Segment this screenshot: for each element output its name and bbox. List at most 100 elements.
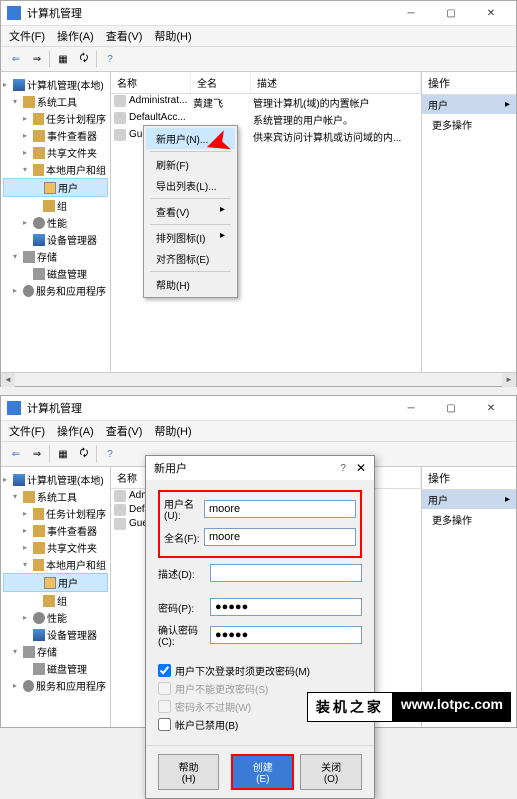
help-icon[interactable]: ? (101, 50, 119, 68)
tree-item[interactable]: ▸共享文件夹 (3, 144, 108, 161)
tree-item[interactable]: ▾系统工具 (3, 488, 108, 505)
back-button[interactable]: ⇐ (7, 445, 25, 463)
help-icon[interactable]: ? (101, 445, 119, 463)
col-name-header[interactable]: 名称 (111, 72, 191, 93)
refresh-icon[interactable]: 🗘 (75, 445, 93, 463)
tree-item[interactable]: 用户 (3, 573, 108, 592)
scroll-left-button[interactable]: ◄ (1, 373, 15, 387)
user-row[interactable]: Administrat...黄建飞管理计算机(域)的内置帐户 (111, 94, 421, 111)
detail-icon[interactable]: ▦ (54, 50, 72, 68)
ctx-new-user[interactable]: 新用户(N)... (146, 128, 235, 149)
ctx-view[interactable]: 查看(V)▸ (146, 201, 235, 222)
tree-item[interactable]: 磁盘管理 (3, 265, 108, 282)
create-button[interactable]: 创建(E) (231, 754, 294, 790)
actions-pane: 操作 用户▸ 更多操作 (421, 467, 516, 727)
separator (49, 50, 51, 68)
confirm-password-label: 确认密码(C): (158, 622, 210, 648)
watermark-cn: 装机之家 (307, 692, 393, 722)
tree-item[interactable]: 磁盘管理 (3, 660, 108, 677)
ctx-export[interactable]: 导出列表(L)... (146, 175, 235, 196)
desc-label: 描述(D): (158, 566, 210, 581)
actions-highlight[interactable]: 用户▸ (422, 95, 516, 114)
ctx-refresh[interactable]: 刷新(F) (146, 154, 235, 175)
tree-item[interactable]: ▸性能 (3, 609, 108, 626)
menu-view[interactable]: 查看(V) (106, 28, 143, 44)
tree-item[interactable]: ▸共享文件夹 (3, 539, 108, 556)
menu-action[interactable]: 操作(A) (57, 423, 94, 439)
close-button[interactable]: 关闭(O) (300, 754, 362, 790)
maximize-button[interactable]: ▢ (436, 5, 466, 21)
tree-item[interactable]: ▾系统工具 (3, 93, 108, 110)
tree-item[interactable]: ▾存储 (3, 248, 108, 265)
user-icon (114, 95, 126, 107)
minimize-button[interactable]: ─ (396, 5, 426, 21)
menu-action[interactable]: 操作(A) (57, 28, 94, 44)
tree-item[interactable]: ▸事件查看器 (3, 127, 108, 144)
separator (150, 198, 231, 199)
app-icon (7, 401, 21, 415)
more-actions[interactable]: 更多操作 (422, 509, 516, 530)
confirm-password-input[interactable] (210, 626, 362, 644)
scrollbar-horizontal[interactable]: ◄ ► (1, 372, 516, 386)
menu-view[interactable]: 查看(V) (106, 423, 143, 439)
user-icon (114, 129, 126, 141)
maximize-button[interactable]: ▢ (436, 400, 466, 416)
tree-item[interactable]: ▾本地用户和组 (3, 161, 108, 178)
menu-help[interactable]: 帮助(H) (154, 28, 191, 44)
tree-item[interactable]: ▸服务和应用程序 (3, 677, 108, 694)
menu-file[interactable]: 文件(F) (9, 423, 45, 439)
back-button[interactable]: ⇐ (7, 50, 25, 68)
fullname-input[interactable] (204, 528, 356, 546)
tree-item[interactable]: ▾本地用户和组 (3, 556, 108, 573)
minimize-button[interactable]: ─ (396, 400, 426, 416)
dialog-title: 新用户 (154, 460, 340, 476)
ctx-arrange[interactable]: 排列图标(I)▸ (146, 227, 235, 248)
tree-item[interactable]: ▸任务计划程序 (3, 110, 108, 127)
context-menu: 新用户(N)... 刷新(F) 导出列表(L)... 查看(V)▸ 排列图标(I… (143, 125, 238, 298)
tree-item[interactable]: 设备管理器 (3, 231, 108, 248)
desc-input[interactable] (210, 564, 362, 582)
col-desc-header[interactable]: 描述 (251, 72, 421, 93)
actions-highlight[interactable]: 用户▸ (422, 490, 516, 509)
forward-button: ⇒ (28, 445, 46, 463)
menu-help[interactable]: 帮助(H) (154, 423, 191, 439)
help-icon[interactable]: ? (340, 463, 346, 474)
tree-item[interactable]: 组 (3, 197, 108, 214)
menu-file[interactable]: 文件(F) (9, 28, 45, 44)
tree-item[interactable]: 用户 (3, 178, 108, 197)
user-icon (114, 504, 126, 516)
tree-item[interactable]: ▾存储 (3, 643, 108, 660)
watermark: 装机之家 www.lotpc.com (307, 692, 511, 722)
username-input[interactable] (204, 500, 356, 518)
tree-item[interactable]: ▸性能 (3, 214, 108, 231)
actions-pane: 操作 用户▸ 更多操作 (421, 72, 516, 372)
ctx-help[interactable]: 帮助(H) (146, 274, 235, 295)
user-icon (114, 490, 126, 502)
must-change-password-checkbox[interactable] (158, 664, 171, 677)
scroll-right-button[interactable]: ► (502, 373, 516, 387)
tree-item[interactable]: ▸任务计划程序 (3, 505, 108, 522)
chk1-label: 用户下次登录时须更改密码(M) (175, 663, 310, 678)
more-actions[interactable]: 更多操作 (422, 114, 516, 135)
col-fullname-header[interactable]: 全名 (191, 72, 251, 93)
titlebar: 计算机管理 ─ ▢ ✕ (1, 396, 516, 421)
account-disabled-checkbox[interactable] (158, 718, 171, 731)
close-button[interactable]: ✕ (476, 5, 506, 21)
close-icon[interactable]: ✕ (356, 461, 366, 475)
tree-item[interactable]: ▸服务和应用程序 (3, 282, 108, 299)
fullname-label: 全名(F): (164, 530, 204, 545)
close-button[interactable]: ✕ (476, 400, 506, 416)
tree-item[interactable]: ▸计算机管理(本地) (3, 471, 108, 488)
detail-icon[interactable]: ▦ (54, 445, 72, 463)
password-input[interactable] (210, 598, 362, 616)
chk4-label: 帐户已禁用(B) (175, 717, 238, 732)
tree-item[interactable]: ▸事件查看器 (3, 522, 108, 539)
tree-item[interactable]: 设备管理器 (3, 626, 108, 643)
password-never-expires-checkbox (158, 700, 171, 713)
tree-item[interactable]: 组 (3, 592, 108, 609)
ctx-align[interactable]: 对齐图标(E) (146, 248, 235, 269)
tree-item[interactable]: ▸计算机管理(本地) (3, 76, 108, 93)
help-button[interactable]: 帮助(H) (158, 754, 219, 790)
password-label: 密码(P): (158, 600, 210, 615)
refresh-icon[interactable]: 🗘 (75, 50, 93, 68)
